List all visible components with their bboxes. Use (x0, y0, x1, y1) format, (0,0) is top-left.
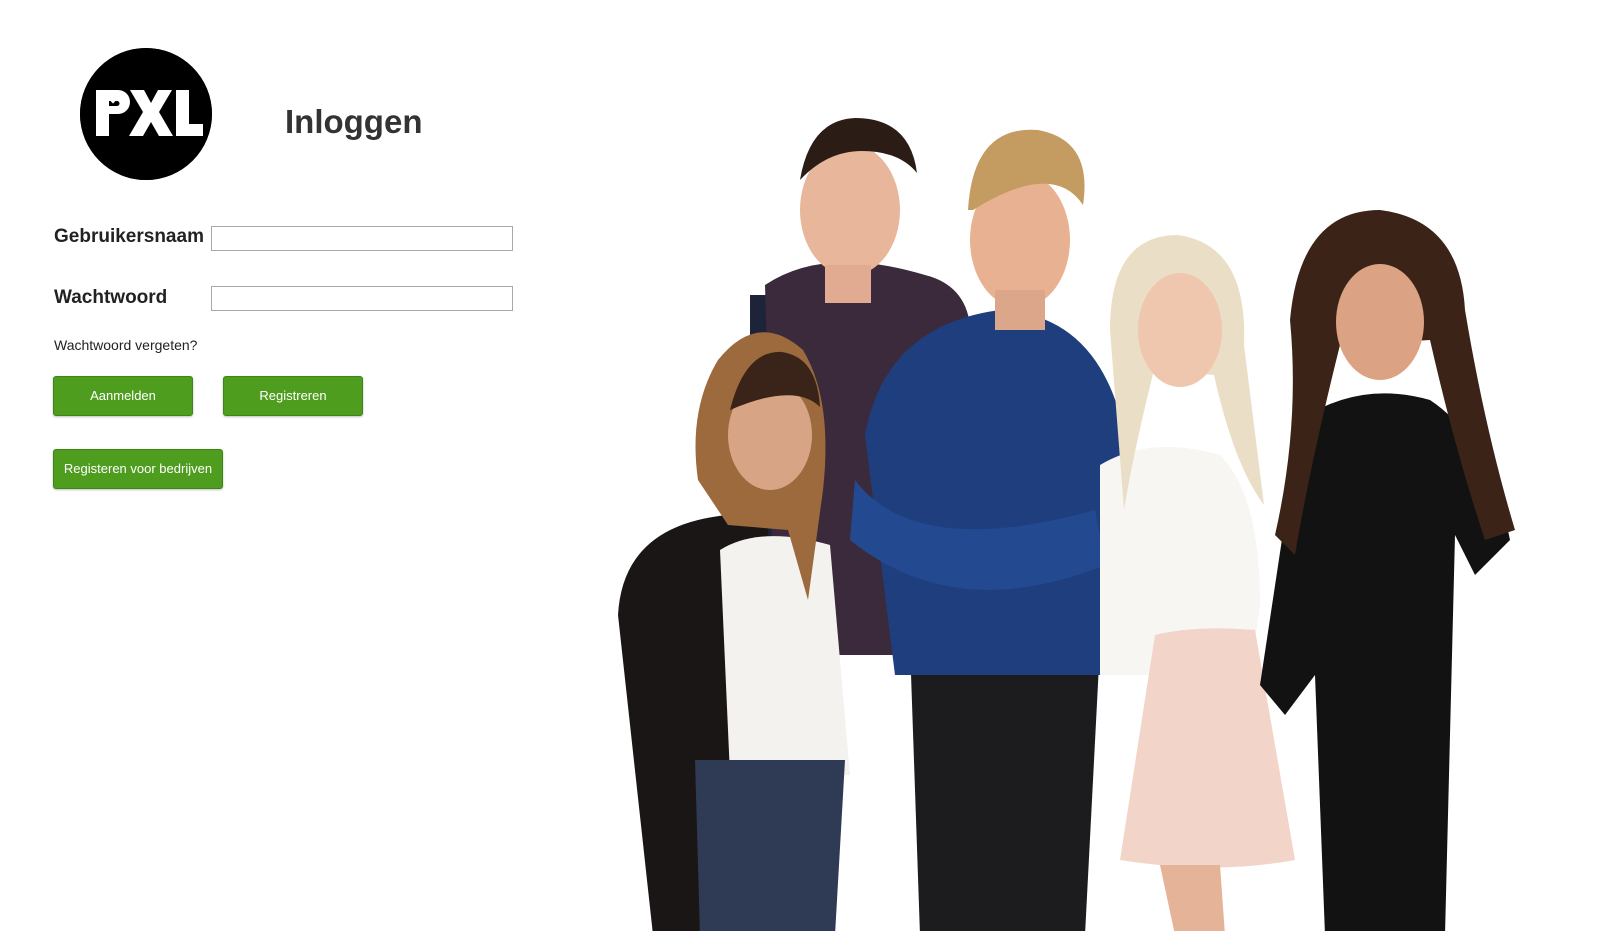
students-photo (600, 60, 1600, 931)
person-black-jumpsuit (1260, 210, 1515, 931)
person-cardigan (618, 332, 850, 931)
username-input[interactable] (211, 226, 513, 251)
password-label: Wachtwoord (54, 287, 168, 308)
login-page: Inloggen Gebruikersnaam Wachtwoord Wacht… (0, 0, 1624, 931)
pxl-logo-mark (80, 48, 212, 180)
forgot-password-link[interactable]: Wachtwoord vergeten? (54, 336, 197, 354)
register-button[interactable]: Registreren (223, 376, 363, 416)
page-title: Inloggen (285, 103, 423, 140)
pxl-logo (80, 48, 212, 180)
person-pink-skirt (1100, 235, 1295, 931)
password-input[interactable] (211, 286, 513, 311)
register-company-button[interactable]: Registeren voor bedrijven (53, 449, 223, 489)
person-blue-shirt (850, 129, 1125, 931)
login-button[interactable]: Aanmelden (53, 376, 193, 416)
username-label: Gebruikersnaam (54, 226, 204, 247)
